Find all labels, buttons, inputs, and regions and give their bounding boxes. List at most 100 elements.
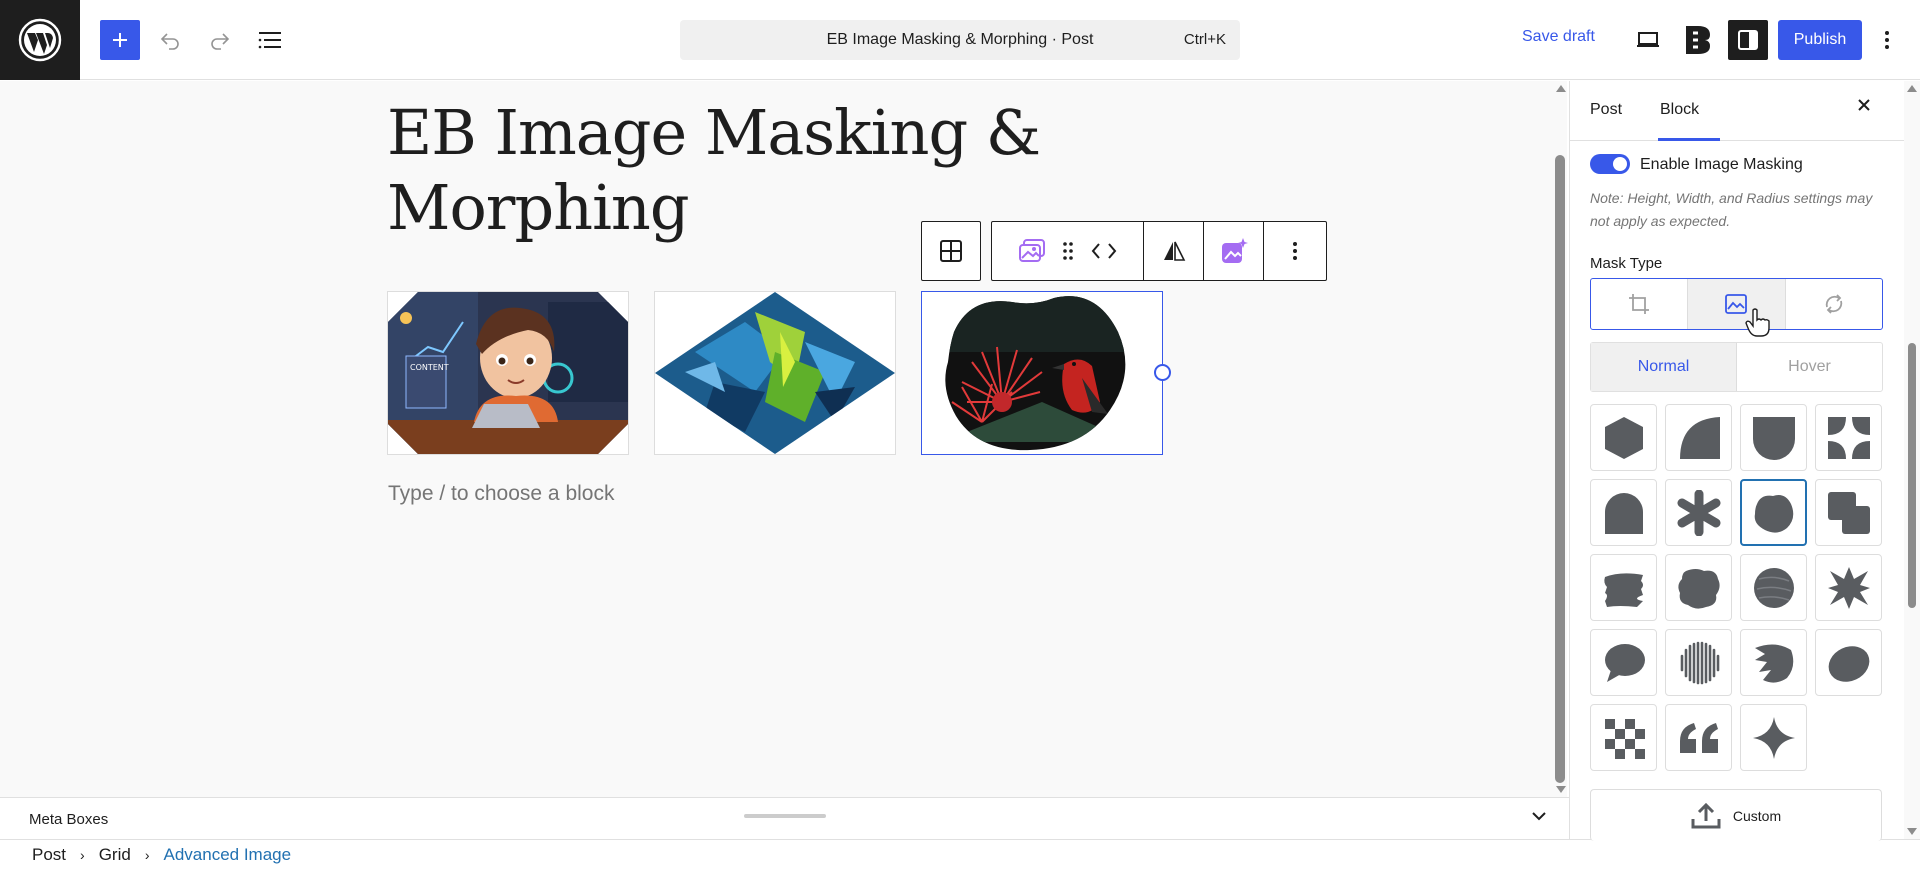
- publish-button[interactable]: Publish: [1778, 20, 1862, 60]
- tab-normal[interactable]: Normal: [1591, 343, 1737, 391]
- undo-icon[interactable]: [150, 20, 190, 60]
- breadcrumb: Post › Grid › Advanced Image: [0, 839, 1920, 869]
- quote-marks-shape-icon: [1679, 722, 1718, 753]
- morph-icon: [1825, 294, 1843, 314]
- move-left-right-icon[interactable]: [1090, 242, 1118, 260]
- breadcrumb-post[interactable]: Post: [32, 845, 66, 865]
- shield-shape-icon: [1752, 416, 1795, 460]
- arch-shape-icon: [1604, 492, 1643, 534]
- block-toolbar: [991, 221, 1327, 281]
- mask-type-image[interactable]: [1688, 279, 1786, 329]
- resize-drag-handle[interactable]: [744, 814, 826, 818]
- resize-handle[interactable]: [1154, 364, 1171, 381]
- editor-header: EB Image Masking & Morphing · Post Ctrl+…: [0, 0, 1920, 80]
- canvas-scrollbar[interactable]: [1553, 81, 1567, 797]
- breadcrumb-advanced-image[interactable]: Advanced Image: [164, 845, 292, 865]
- shape-petals[interactable]: [1815, 404, 1882, 471]
- more-vertical-icon: [1293, 242, 1297, 260]
- block-type-group: [992, 222, 1144, 280]
- add-block-button[interactable]: [100, 20, 140, 60]
- masked-image-paint[interactable]: [654, 291, 896, 455]
- scroll-up-icon[interactable]: [1556, 85, 1566, 92]
- shape-quarter-circle[interactable]: [1665, 404, 1732, 471]
- chevron-down-icon[interactable]: [1530, 810, 1548, 822]
- hexagon-shape-icon: [1604, 416, 1643, 459]
- shape-scribble-circle[interactable]: [1740, 554, 1807, 621]
- shape-hexagon[interactable]: [1590, 404, 1657, 471]
- masked-image-boy[interactable]: CONTENT: [387, 291, 629, 455]
- tab-block[interactable]: Block: [1660, 101, 1699, 119]
- masked-image-bird[interactable]: [921, 291, 1163, 455]
- shape-four-point-star[interactable]: [1740, 704, 1807, 771]
- close-icon[interactable]: [1857, 98, 1871, 112]
- meta-boxes-label: Meta Boxes: [29, 811, 109, 828]
- advanced-image-icon[interactable]: [1018, 238, 1046, 264]
- settings-sidebar-icon[interactable]: [1728, 20, 1768, 60]
- document-overview-icon[interactable]: [250, 20, 290, 60]
- overlap-squares-shape-icon: [1827, 491, 1870, 534]
- shape-checker[interactable]: [1590, 704, 1657, 771]
- shape-starburst[interactable]: [1815, 554, 1882, 621]
- petals-shape-icon: [1827, 416, 1870, 459]
- shape-rough-blob[interactable]: [1665, 554, 1732, 621]
- scribble-circle-shape-icon: [1753, 567, 1794, 608]
- shape-shield[interactable]: [1740, 404, 1807, 471]
- preview-icon[interactable]: [1628, 20, 1668, 60]
- chevron-right-icon: ›: [144, 846, 150, 863]
- grid-icon: [940, 240, 962, 262]
- meta-boxes-panel[interactable]: Meta Boxes: [0, 797, 1569, 839]
- redo-icon[interactable]: [200, 20, 240, 60]
- wordpress-logo-icon[interactable]: [0, 0, 80, 80]
- shape-quote-marks[interactable]: [1665, 704, 1732, 771]
- flip-button[interactable]: [1144, 222, 1204, 280]
- scroll-down-icon[interactable]: [1907, 828, 1917, 835]
- drag-handle-icon[interactable]: [1062, 241, 1074, 261]
- save-draft-button[interactable]: Save draft: [1522, 28, 1595, 46]
- shape-overlap-squares[interactable]: [1815, 479, 1882, 546]
- sidebar-scroll-thumb[interactable]: [1908, 343, 1916, 608]
- scroll-down-icon[interactable]: [1556, 786, 1566, 793]
- breadcrumb-grid[interactable]: Grid: [99, 845, 131, 865]
- masking-note: Note: Height, Width, and Radius settings…: [1590, 190, 1873, 229]
- command-palette-button[interactable]: EB Image Masking & Morphing · Post Ctrl+…: [680, 20, 1240, 60]
- shape-ellipse[interactable]: [1815, 629, 1882, 696]
- shape-asterisk[interactable]: [1665, 479, 1732, 546]
- canvas-scroll-thumb[interactable]: [1555, 155, 1565, 783]
- ai-image-button[interactable]: [1204, 222, 1264, 280]
- vertical-lines-shape-icon: [1680, 641, 1719, 684]
- checker-shape-icon: [1604, 718, 1645, 759]
- block-appender-placeholder[interactable]: Type / to choose a block: [388, 482, 614, 506]
- ellipse-shape-icon: [1828, 645, 1869, 682]
- shape-brush-stroke[interactable]: [1590, 554, 1657, 621]
- scroll-up-icon[interactable]: [1907, 85, 1917, 92]
- document-title: EB Image Masking & Morphing · Post: [826, 31, 1094, 48]
- shape-vertical-lines[interactable]: [1665, 629, 1732, 696]
- block-options-button[interactable]: [1264, 222, 1326, 280]
- normal-hover-tabs: Normal Hover: [1590, 342, 1883, 392]
- brush-stroke-shape-icon: [1603, 572, 1643, 607]
- custom-label: Custom: [1732, 807, 1782, 824]
- custom-mask-upload-button[interactable]: Custom: [1590, 789, 1882, 841]
- monstera-leaf-shape-icon: [1754, 643, 1793, 683]
- post-title-line-1: EB Image Masking &: [387, 96, 1041, 169]
- speech-bubble-shape-icon: [1604, 643, 1645, 682]
- enable-masking-toggle[interactable]: [1590, 154, 1630, 174]
- mask-type-crop[interactable]: [1591, 279, 1689, 329]
- mask-type-selector: [1590, 278, 1883, 330]
- quarter-circle-shape-icon: [1679, 416, 1720, 459]
- shape-speech-bubble[interactable]: [1590, 629, 1657, 696]
- sidebar-scrollbar[interactable]: [1904, 81, 1920, 839]
- essential-blocks-icon[interactable]: [1678, 20, 1718, 60]
- upload-icon: [1691, 802, 1721, 828]
- shape-arch[interactable]: [1590, 479, 1657, 546]
- active-tab-indicator: [1658, 138, 1720, 141]
- tab-hover[interactable]: Hover: [1737, 343, 1882, 391]
- shape-blob[interactable]: [1740, 479, 1807, 546]
- options-menu-icon[interactable]: [1872, 20, 1902, 60]
- select-parent-grid-button[interactable]: [921, 221, 981, 281]
- shape-monstera-leaf[interactable]: [1740, 629, 1807, 696]
- tab-post[interactable]: Post: [1590, 101, 1622, 119]
- starburst-shape-icon: [1827, 566, 1870, 609]
- mask-type-morph[interactable]: [1786, 279, 1882, 329]
- crop-icon: [1629, 294, 1650, 314]
